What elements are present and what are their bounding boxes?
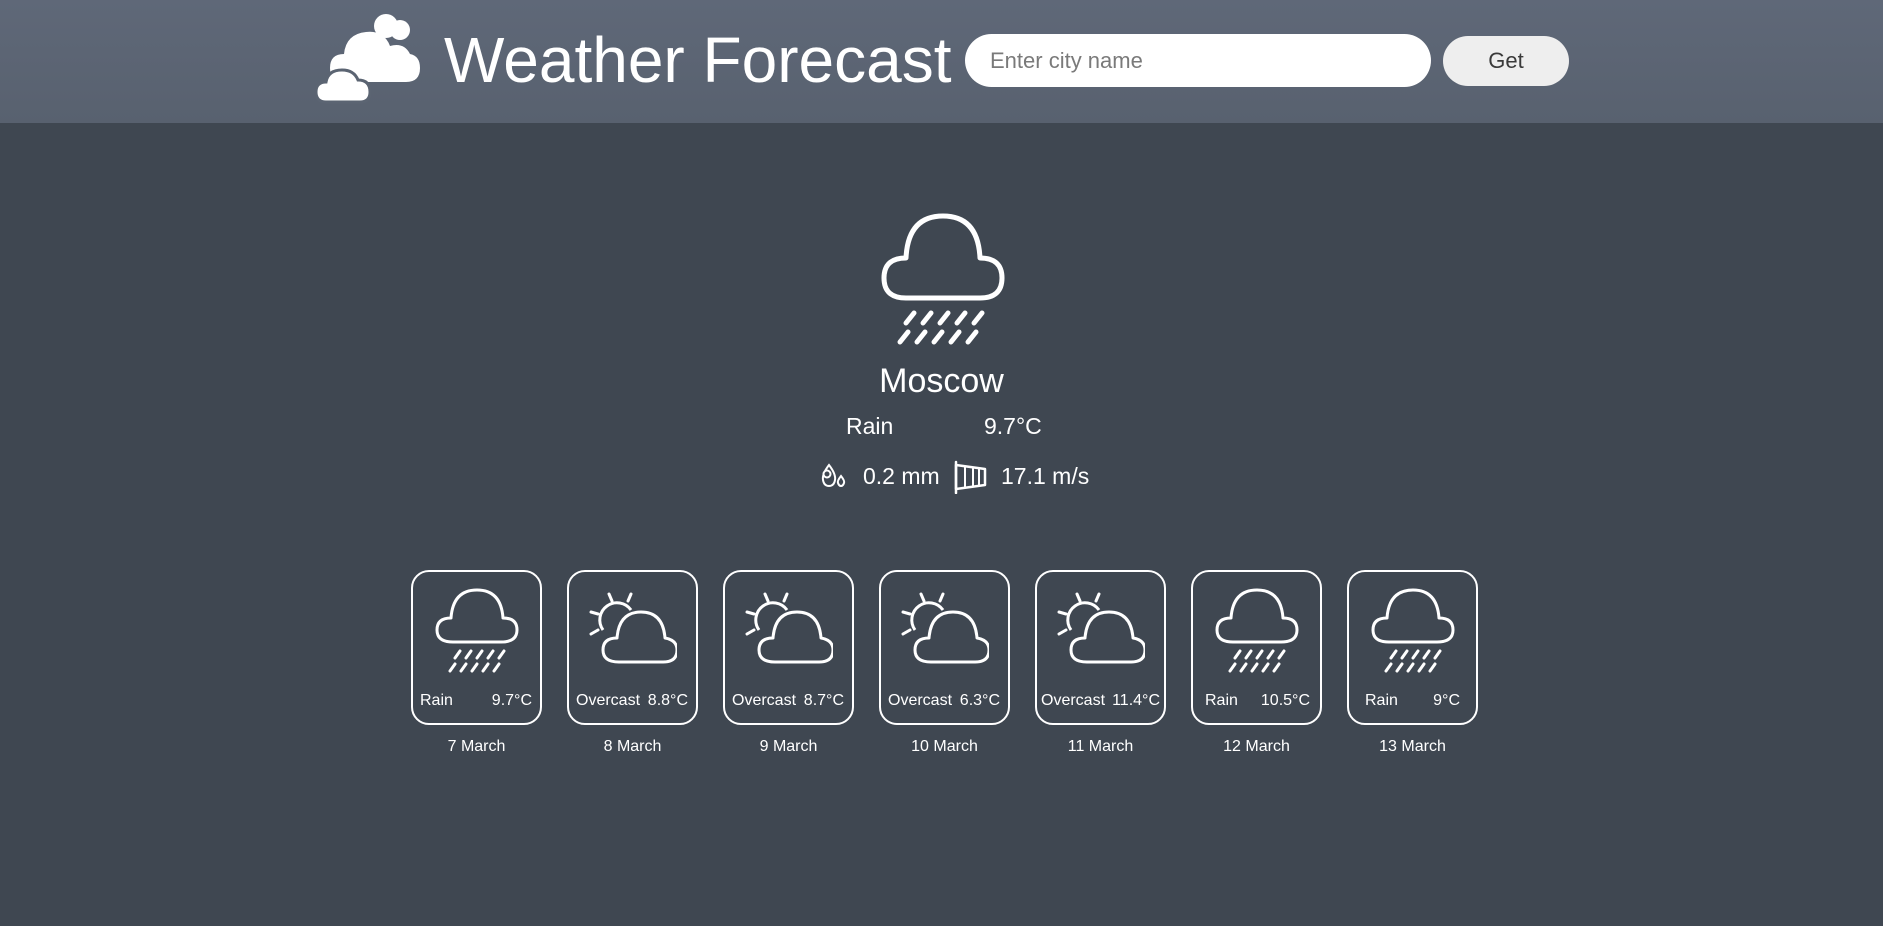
city-search-input[interactable] [965,34,1431,87]
forecast-card[interactable]: Rain 10.5°C [1191,570,1322,725]
forecast-card[interactable]: Rain 9.7°C [411,570,542,725]
forecast-condition: Overcast [1041,692,1106,709]
forecast-day[interactable]: Rain 10.5°C 12 March [1191,570,1322,757]
forecast-date: 11 March [1067,738,1134,755]
forecast-temperature: 6.3°C [959,692,1000,709]
get-button[interactable]: Get [1443,36,1569,86]
current-temperature: 9.7°C [984,413,1042,439]
forecast-date: 8 March [603,738,662,755]
overcast-icon [745,592,833,664]
forecast-day[interactable]: Overcast 8.8°C 8 March [567,570,698,757]
forecast-condition: Overcast [732,692,797,709]
app-header: Weather Forecast Get [0,0,1883,123]
app-title: Weather Forecast [444,24,952,96]
forecast-temperature: 9°C [1433,692,1460,709]
precipitation-icon [821,463,846,488]
city-name: Moscow [879,362,1004,400]
overcast-icon [901,592,989,664]
forecast-condition: Overcast [888,692,953,709]
forecast-temperature: 11.4°C [1112,692,1160,709]
forecast-condition: Overcast [576,692,641,709]
clouds-logo-icon [316,14,420,104]
forecast-card[interactable]: Overcast 6.3°C [879,570,1010,725]
forecast-date: 12 March [1223,738,1290,755]
forecast-temperature: 10.5°C [1260,692,1310,709]
forecast-date: 10 March [911,738,978,755]
rain-icon [435,588,519,673]
forecast-temperature: 8.7°C [803,692,844,709]
rain-icon [1215,588,1299,673]
forecast-day[interactable]: Overcast 8.7°C 9 March [723,570,854,757]
forecast-date: 9 March [759,738,818,755]
forecast-condition: Rain [1365,692,1398,709]
forecast-condition: Rain [1205,692,1238,709]
wind-value: 17.1 m/s [1001,463,1090,489]
current-condition: Rain [846,413,894,439]
forecast-date: 7 March [447,738,506,755]
overcast-icon [1057,592,1145,664]
forecast-card[interactable]: Overcast 11.4°C [1035,570,1166,725]
forecast-card[interactable]: Overcast 8.8°C [567,570,698,725]
forecast-day[interactable]: Overcast 6.3°C 10 March [879,570,1010,757]
forecast-condition: Rain [420,692,453,709]
forecast-temperature: 9.7°C [491,692,532,709]
forecast-card[interactable]: Rain 9°C [1347,570,1478,725]
forecast-day[interactable]: Overcast 11.4°C 11 March [1035,570,1166,757]
forecast-day[interactable]: Rain 9°C 13 March [1347,570,1478,757]
forecast-day[interactable]: Rain 9.7°C 7 March [411,570,542,757]
rain-icon [1371,588,1455,673]
rain-icon [881,213,1005,345]
forecast-date: 13 March [1379,738,1446,755]
forecast-temperature: 8.8°C [647,692,688,709]
windsock-icon [954,460,987,494]
forecast-card[interactable]: Overcast 8.7°C [723,570,854,725]
precipitation-value: 0.2 mm [863,463,940,489]
overcast-icon [589,592,677,664]
